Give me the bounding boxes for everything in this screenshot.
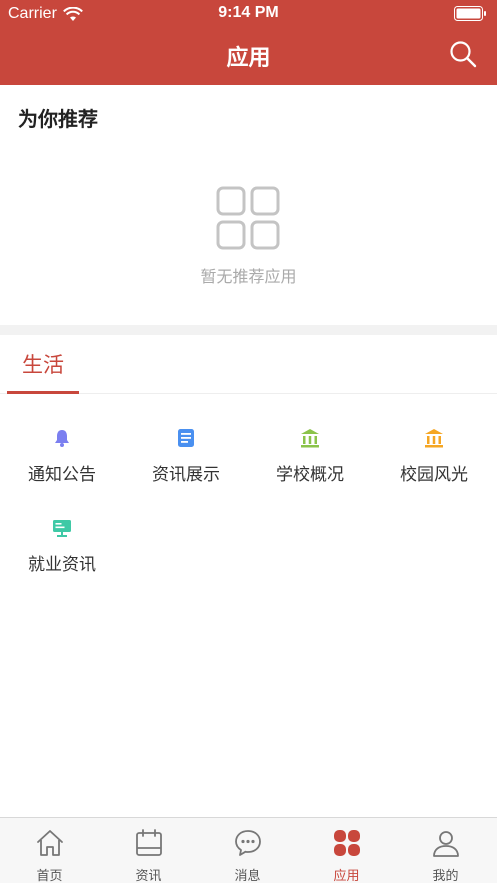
tab-profile[interactable]: 我的 (396, 818, 495, 883)
bottom-tab-bar: 首页 资讯 消息 应用 我的 (0, 817, 497, 883)
tab-life-label: 生活 (22, 353, 64, 377)
school-building-icon (301, 429, 319, 448)
home-icon (37, 830, 63, 856)
tab-label: 消息 (234, 869, 261, 883)
recommend-section: 为你推荐 暂无推荐应用 (0, 85, 497, 325)
navigation-bar: Carrier 9:14 PM 应用 (0, 0, 497, 85)
app-label: 校园风光 (400, 465, 468, 485)
tab-home[interactable]: 首页 (0, 818, 99, 883)
user-icon (433, 831, 459, 857)
campus-building-icon (425, 429, 443, 448)
page-title: 应用 (226, 46, 271, 71)
tab-label: 资讯 (135, 869, 162, 883)
app-label: 通知公告 (28, 465, 96, 485)
tab-label: 首页 (36, 869, 63, 883)
empty-apps-icon (216, 186, 280, 250)
tab-label: 我的 (432, 869, 459, 883)
recommend-title: 为你推荐 (18, 107, 98, 131)
apps-icon (334, 830, 360, 856)
app-item-news[interactable]: 资讯展示 (124, 394, 248, 485)
app-label: 资讯展示 (152, 465, 220, 485)
app-label: 学校概况 (276, 465, 344, 485)
bell-icon (55, 430, 69, 447)
empty-state-text: 暂无推荐应用 (200, 267, 297, 286)
app-item-notice[interactable]: 通知公告 (0, 394, 124, 485)
status-bar: Carrier 9:14 PM (0, 0, 497, 28)
section-divider (0, 325, 497, 335)
tab-messages[interactable]: 消息 (198, 818, 297, 883)
tab-apps[interactable]: 应用 (297, 818, 396, 883)
document-icon (178, 429, 194, 447)
battery-icon (454, 6, 486, 21)
chat-icon (235, 830, 261, 856)
calendar-icon (136, 829, 162, 856)
app-item-campus-scenery[interactable]: 校园风光 (372, 394, 496, 485)
app-item-employment[interactable]: 就业资讯 (0, 484, 124, 575)
app-item-school-overview[interactable]: 学校概况 (248, 394, 372, 485)
category-tabs: 生活 (0, 335, 497, 394)
monitor-icon (53, 520, 71, 537)
tab-label: 应用 (333, 869, 360, 883)
tab-news[interactable]: 资讯 (99, 818, 198, 883)
app-label: 就业资讯 (28, 555, 96, 575)
tab-life[interactable]: 生活 (7, 335, 79, 394)
search-icon[interactable] (449, 40, 477, 68)
status-time: 9:14 PM (218, 4, 279, 21)
